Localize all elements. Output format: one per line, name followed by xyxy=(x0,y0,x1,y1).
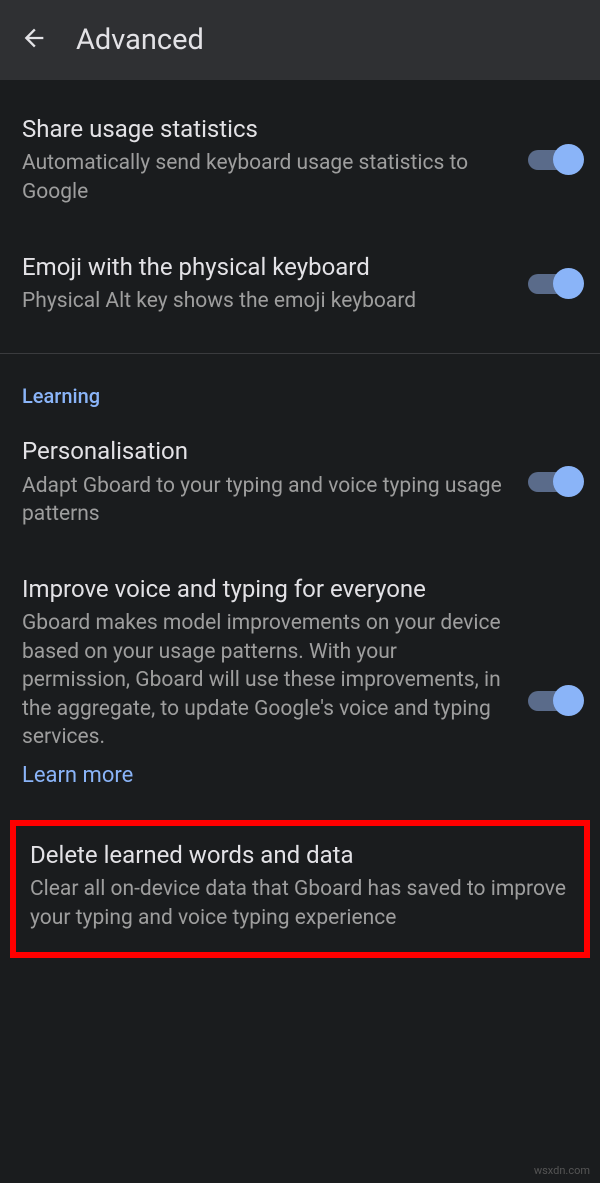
share-usage-statistics-row[interactable]: Share usage statistics Automatically sen… xyxy=(0,96,600,224)
setting-title: Share usage statistics xyxy=(22,114,508,145)
setting-text: Personalisation Adapt Gboard to your typ… xyxy=(22,436,508,528)
improve-voice-typing-row[interactable]: Improve voice and typing for everyone Gb… xyxy=(0,546,600,759)
learn-more-link[interactable]: Learn more xyxy=(0,759,600,810)
setting-text: Improve voice and typing for everyone Gb… xyxy=(22,574,508,751)
setting-title: Delete learned words and data xyxy=(30,840,570,871)
delete-learned-words-row[interactable]: Delete learned words and data Clear all … xyxy=(10,820,590,958)
learning-section-label: Learning xyxy=(0,360,600,418)
setting-text: Emoji with the physical keyboard Physica… xyxy=(22,252,508,316)
setting-title: Personalisation xyxy=(22,436,508,467)
setting-desc: Adapt Gboard to your typing and voice ty… xyxy=(22,472,508,529)
setting-desc: Clear all on-device data that Gboard has… xyxy=(30,875,570,932)
section-divider xyxy=(0,353,600,354)
setting-desc: Gboard makes model improvements on your … xyxy=(22,609,508,751)
share-usage-toggle[interactable] xyxy=(528,150,578,170)
settings-content: Share usage statistics Automatically sen… xyxy=(0,80,600,958)
emoji-physical-toggle[interactable] xyxy=(528,274,578,294)
back-arrow-icon[interactable] xyxy=(20,24,48,56)
setting-title: Emoji with the physical keyboard xyxy=(22,252,508,283)
improve-voice-toggle[interactable] xyxy=(528,691,578,711)
setting-desc: Automatically send keyboard usage statis… xyxy=(22,149,508,206)
personalisation-toggle[interactable] xyxy=(528,472,578,492)
personalisation-row[interactable]: Personalisation Adapt Gboard to your typ… xyxy=(0,418,600,546)
watermark: wsxdn.com xyxy=(534,1164,590,1177)
emoji-physical-keyboard-row[interactable]: Emoji with the physical keyboard Physica… xyxy=(0,224,600,340)
setting-text: Share usage statistics Automatically sen… xyxy=(22,114,508,206)
setting-desc: Physical Alt key shows the emoji keyboar… xyxy=(22,287,508,315)
page-title: Advanced xyxy=(76,23,204,57)
app-header: Advanced xyxy=(0,0,600,80)
setting-title: Improve voice and typing for everyone xyxy=(22,574,508,605)
